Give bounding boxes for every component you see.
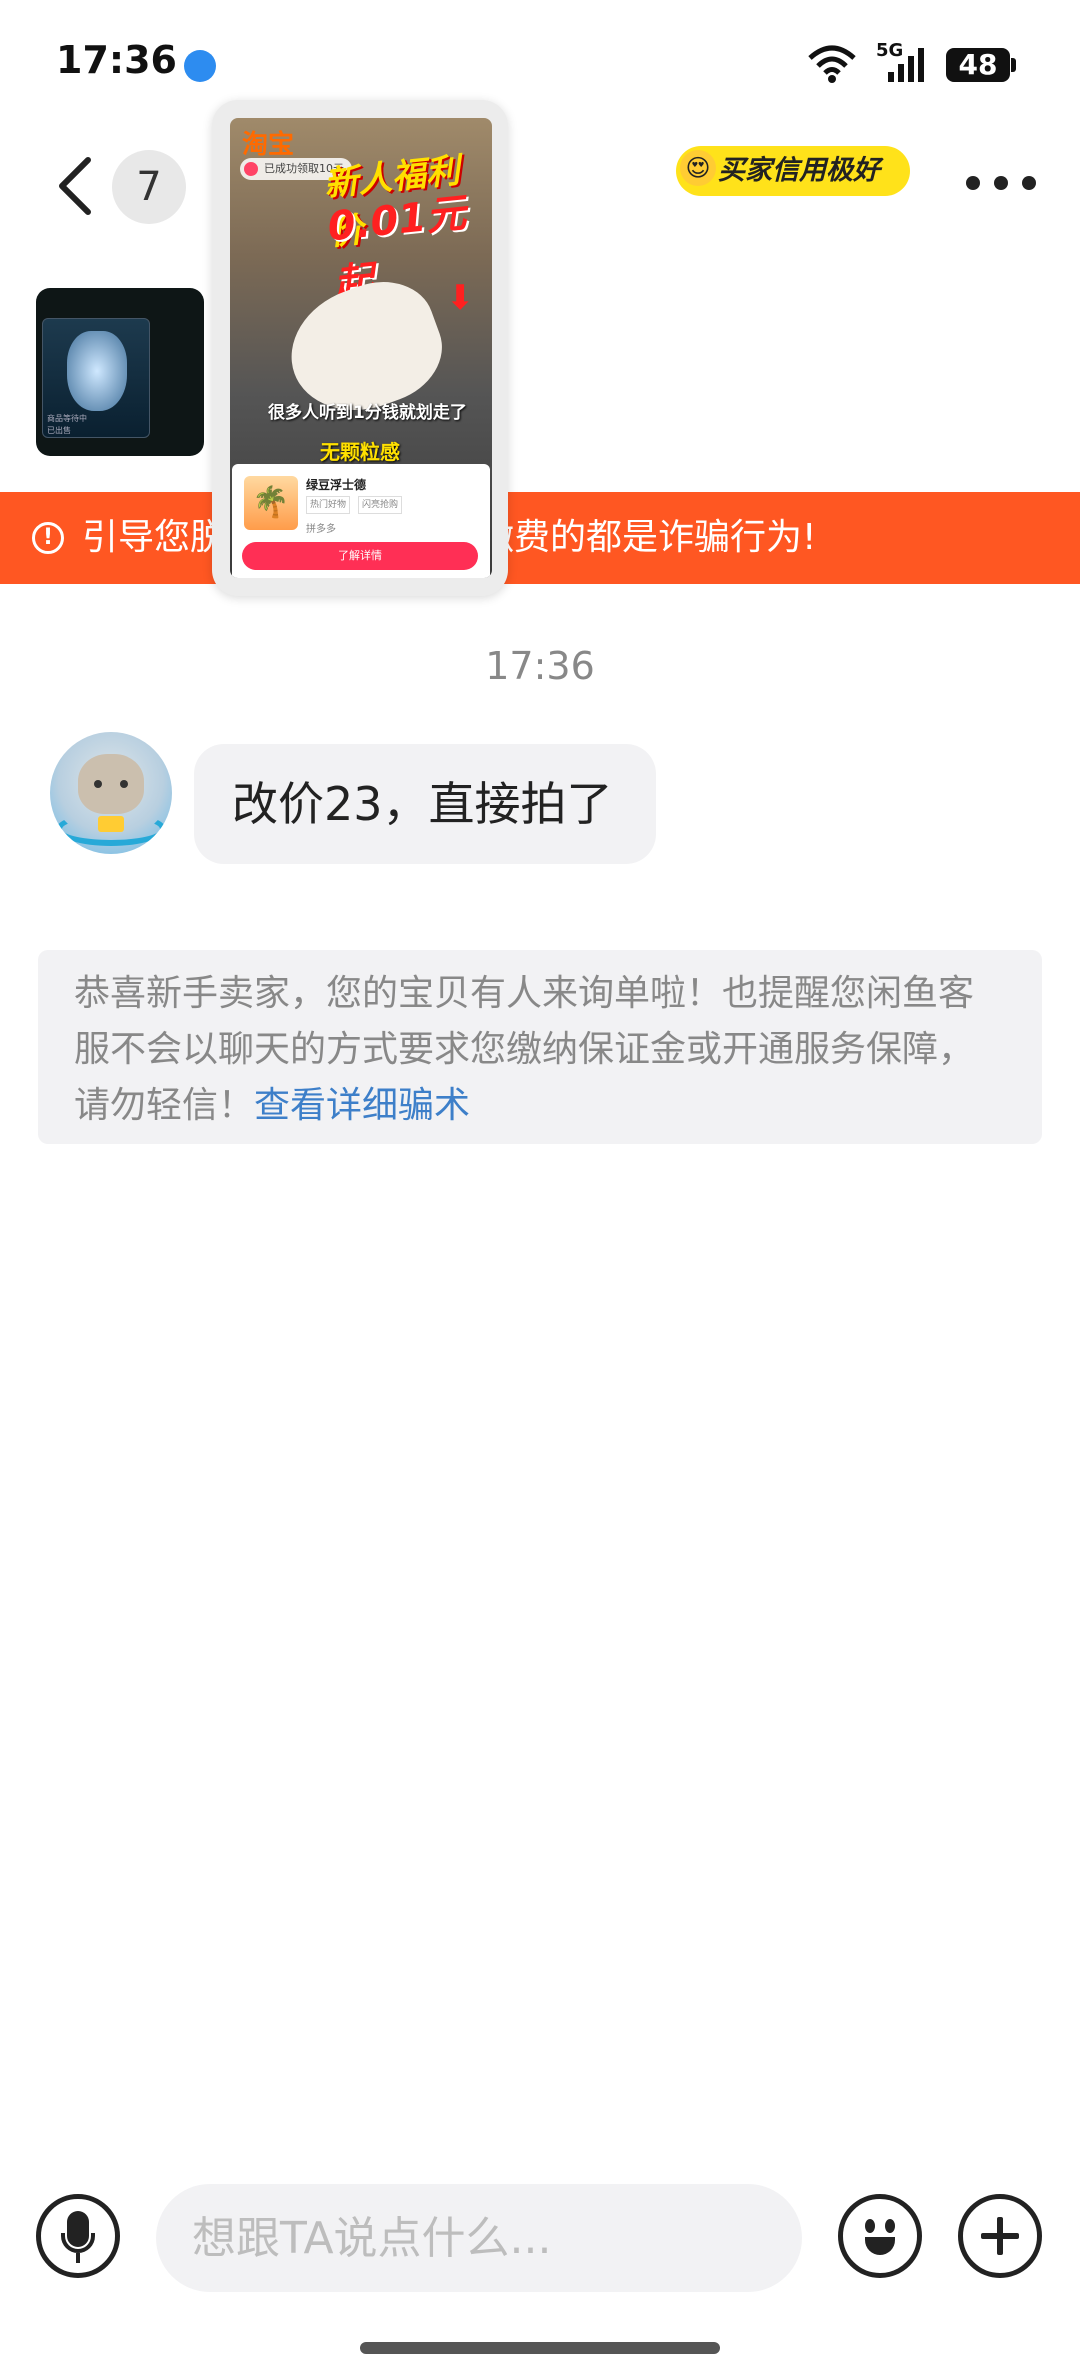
ad-product-panel[interactable]: 🌴 绿豆浮士德 热门好物 闪亮抢购 拼多多 了解详情 — [232, 464, 490, 578]
product-tiny-title: 商品等待中 — [47, 414, 87, 423]
floating-ad-video[interactable]: 淘宝 已成功领取10元 新人福利价 0.01元起 ⬇ 很多人听到1分钱就划走了 … — [230, 118, 492, 578]
avatar-badge — [98, 816, 124, 832]
message-input[interactable] — [156, 2184, 802, 2292]
fraud-warning-banner: 引导您脱离平台联系客服缴费的都是诈骗行为! — [0, 492, 1080, 584]
message-bubble[interactable]: 改价23，直接拍了 — [194, 744, 656, 864]
ad-brand-logo: 淘宝 — [242, 130, 295, 160]
down-arrow-icon: ⬇ — [446, 278, 475, 318]
avatar-eye — [120, 780, 128, 788]
ad-caption: 很多人听到1分钱就划走了 — [268, 403, 467, 423]
more-options-icon[interactable] — [966, 176, 1036, 190]
emoji-eye — [865, 2219, 875, 2233]
product-thumbnail[interactable]: 商品等待中 已出售 — [36, 288, 204, 456]
back-arrow-icon[interactable] — [48, 150, 108, 220]
product-tiny-sub: 已出售 — [47, 426, 71, 435]
voice-input-button[interactable] — [36, 2194, 120, 2278]
status-time: 17:36 — [56, 38, 177, 82]
emoji-button[interactable] — [838, 2194, 922, 2278]
product-photo-shape — [67, 331, 127, 411]
microphone-foot — [76, 2253, 80, 2263]
ad-tag: 热门好物 — [306, 496, 351, 514]
app-notification-icon — [184, 50, 216, 82]
home-indicator[interactable] — [360, 2342, 720, 2354]
cellular-signal-icon — [888, 48, 924, 82]
buyer-avatar[interactable] — [50, 732, 172, 854]
avatar-cat-face — [78, 754, 144, 814]
system-notice: 恭喜新手卖家，您的宝贝有人来询单啦！也提醒您闲鱼客服不会以聊天的方式要求您缴纳保… — [38, 950, 1042, 1144]
emoji-eye — [885, 2219, 895, 2233]
ad-caption-2: 无颗粒感 — [320, 440, 400, 464]
plus-icon-vertical — [997, 2217, 1003, 2255]
check-icon — [244, 162, 258, 176]
add-more-button[interactable] — [958, 2194, 1042, 2278]
product-image: 商品等待中 已出售 — [42, 318, 150, 438]
battery-tip — [1011, 58, 1016, 72]
system-notice-text: 恭喜新手卖家，您的宝贝有人来询单啦！也提醒您闲鱼客服不会以聊天的方式要求您缴纳保… — [74, 973, 975, 1126]
ad-tag: 闪亮抢购 — [358, 496, 403, 514]
heart-eyes-emoji-icon: 😍 — [680, 150, 716, 186]
ad-product-name: 绿豆浮士德 — [306, 478, 367, 492]
ad-details-button[interactable]: 了解详情 — [242, 542, 478, 570]
message-timestamp: 17:36 — [485, 644, 595, 688]
palm-tree-icon: 🌴 — [244, 476, 298, 530]
warning-icon: ! — [32, 522, 64, 554]
unread-count-badge[interactable]: 7 — [112, 150, 186, 224]
microphone-stand — [61, 2233, 95, 2253]
smiley-icon — [865, 2237, 895, 2255]
ad-seller: 拼多多 — [306, 524, 336, 535]
wifi-icon — [808, 45, 856, 83]
avatar-eye — [94, 780, 102, 788]
battery-icon: 48 — [946, 48, 1010, 82]
scam-details-link[interactable]: 查看详细骗术 — [254, 1085, 470, 1126]
